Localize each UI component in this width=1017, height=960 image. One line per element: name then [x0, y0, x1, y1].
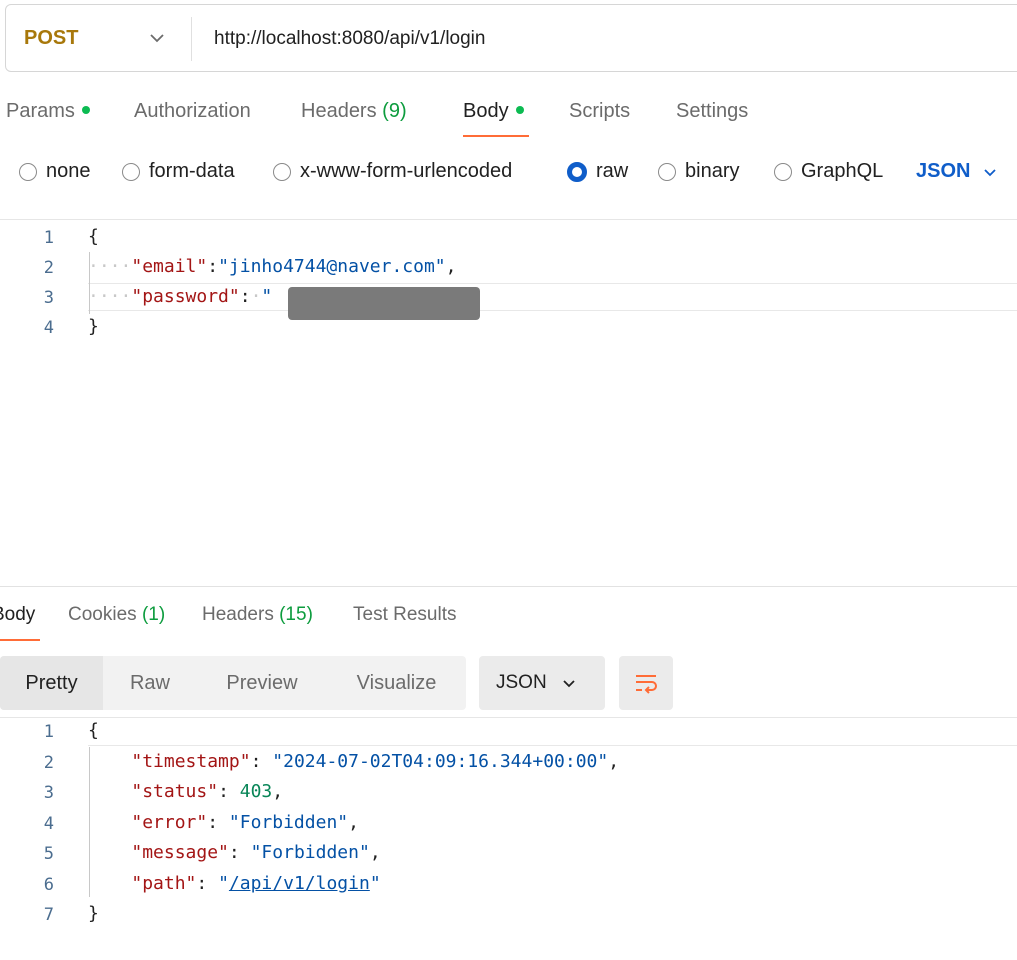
- whitespace-dots: ····: [88, 256, 132, 277]
- line-number: 1: [43, 722, 54, 742]
- json-comma: ,: [348, 812, 359, 833]
- body-dot-indicator: [515, 105, 524, 114]
- body-language-select[interactable]: JSON: [916, 160, 998, 183]
- radio-form-data[interactable]: form-data: [122, 160, 235, 183]
- line-number: 4: [43, 318, 54, 338]
- tab-scripts[interactable]: Scripts: [569, 100, 630, 123]
- json-value: 403: [239, 781, 273, 802]
- tab-headers[interactable]: Headers (9): [301, 100, 407, 123]
- json-brace: }: [88, 316, 99, 337]
- radio-circle[interactable]: [122, 162, 140, 181]
- json-colon: :: [218, 781, 240, 802]
- line-number: 6: [43, 875, 54, 895]
- radio-binary[interactable]: binary: [658, 160, 739, 183]
- json-key: "status": [131, 781, 219, 802]
- response-divider: [0, 586, 1017, 587]
- response-editor-top-border: [0, 717, 1017, 718]
- json-colon: :: [250, 751, 273, 772]
- json-key: "email": [131, 256, 208, 277]
- view-pretty-button[interactable]: Pretty: [0, 656, 103, 710]
- json-value: "Forbidden": [250, 842, 370, 863]
- url-input[interactable]: http://localhost:8080/api/v1/login: [214, 28, 485, 50]
- view-visualize-button[interactable]: Visualize: [327, 656, 466, 710]
- json-quote: ": [369, 873, 381, 894]
- radio-circle[interactable]: [774, 162, 792, 181]
- json-key: "timestamp": [131, 751, 251, 772]
- line-number: 4: [43, 814, 54, 834]
- redacted-password: [288, 287, 480, 320]
- line-number: 3: [43, 783, 54, 803]
- editor-top-border: [0, 219, 1017, 220]
- body-type-options: none form-data x-www-form-urlencoded raw…: [0, 150, 1017, 196]
- response-tabs: Body Cookies (1) Headers (15) Test Resul…: [0, 592, 1017, 642]
- tab-response-headers[interactable]: Headers (15): [202, 604, 313, 626]
- chevron-down-icon[interactable]: [146, 27, 168, 49]
- request-tabs: Params Authorization Headers (9) Body Sc…: [0, 88, 1017, 140]
- tab-body[interactable]: Body: [463, 100, 524, 123]
- radio-none[interactable]: none: [19, 160, 91, 183]
- json-colon: :: [239, 286, 251, 307]
- url-separator: [191, 17, 192, 61]
- json-key: "message": [131, 842, 229, 863]
- view-preview-button[interactable]: Preview: [197, 656, 327, 710]
- wrap-lines-icon: [636, 675, 657, 694]
- radio-circle[interactable]: [273, 162, 291, 181]
- tab-cookies[interactable]: Cookies (1): [68, 604, 165, 626]
- active-line-border: [88, 745, 1017, 746]
- tab-params[interactable]: Params: [6, 100, 90, 123]
- chevron-down-icon: [563, 680, 575, 688]
- line-number: 2: [43, 753, 54, 773]
- active-tab-underline: [0, 639, 40, 641]
- json-comma: ,: [445, 256, 457, 277]
- tab-authorization[interactable]: Authorization: [134, 100, 251, 123]
- wrap-lines-button[interactable]: [619, 656, 673, 710]
- response-format-select[interactable]: JSON: [479, 656, 605, 710]
- json-key: "error": [131, 812, 208, 833]
- tab-response-body[interactable]: Body: [0, 604, 35, 626]
- json-colon: :: [207, 812, 229, 833]
- view-raw-button[interactable]: Raw: [103, 656, 197, 710]
- view-mode-group: Pretty Raw Preview Visualize: [0, 656, 466, 710]
- radio-raw[interactable]: raw: [567, 160, 628, 183]
- url-bar: POST http://localhost:8080/api/v1/login: [5, 4, 1017, 72]
- line-number: 3: [43, 288, 54, 308]
- json-key: "path": [131, 873, 197, 894]
- path-link[interactable]: /api/v1/login: [229, 873, 370, 894]
- radio-circle[interactable]: [19, 162, 37, 181]
- method-select[interactable]: POST: [24, 27, 78, 50]
- radio-x-www-form-urlencoded[interactable]: x-www-form-urlencoded: [273, 160, 512, 183]
- json-colon: :: [196, 873, 219, 894]
- radio-graphql[interactable]: GraphQL: [774, 160, 883, 183]
- json-brace: }: [88, 903, 99, 924]
- whitespace-dot: ·: [250, 286, 262, 307]
- json-value: "2024-07-02T04:09:16.344+00:00": [272, 751, 609, 772]
- json-value: "jinho4744@naver.com": [218, 256, 446, 277]
- active-tab-underline: [463, 135, 529, 137]
- json-brace: {: [88, 720, 99, 741]
- json-quote: ": [218, 873, 229, 894]
- json-value: "Forbidden": [228, 812, 349, 833]
- line-number: 7: [43, 905, 54, 925]
- line-number: 2: [43, 258, 54, 278]
- params-dot-indicator: [81, 105, 90, 114]
- json-key: "password": [131, 286, 240, 307]
- json-comma: ,: [608, 751, 620, 772]
- json-colon: :: [207, 256, 219, 277]
- tab-test-results[interactable]: Test Results: [353, 604, 456, 626]
- tab-settings[interactable]: Settings: [676, 100, 748, 123]
- json-brace: {: [88, 226, 99, 247]
- json-value-start: ": [261, 286, 273, 307]
- chevron-down-icon: [984, 168, 997, 176]
- json-comma: ,: [272, 781, 284, 802]
- line-number: 1: [43, 228, 54, 248]
- line-number: 5: [43, 844, 54, 864]
- json-comma: ,: [369, 842, 381, 863]
- radio-circle[interactable]: [658, 162, 676, 181]
- json-colon: :: [228, 842, 251, 863]
- whitespace-dots: ····: [88, 286, 132, 307]
- radio-circle-checked[interactable]: [567, 161, 587, 182]
